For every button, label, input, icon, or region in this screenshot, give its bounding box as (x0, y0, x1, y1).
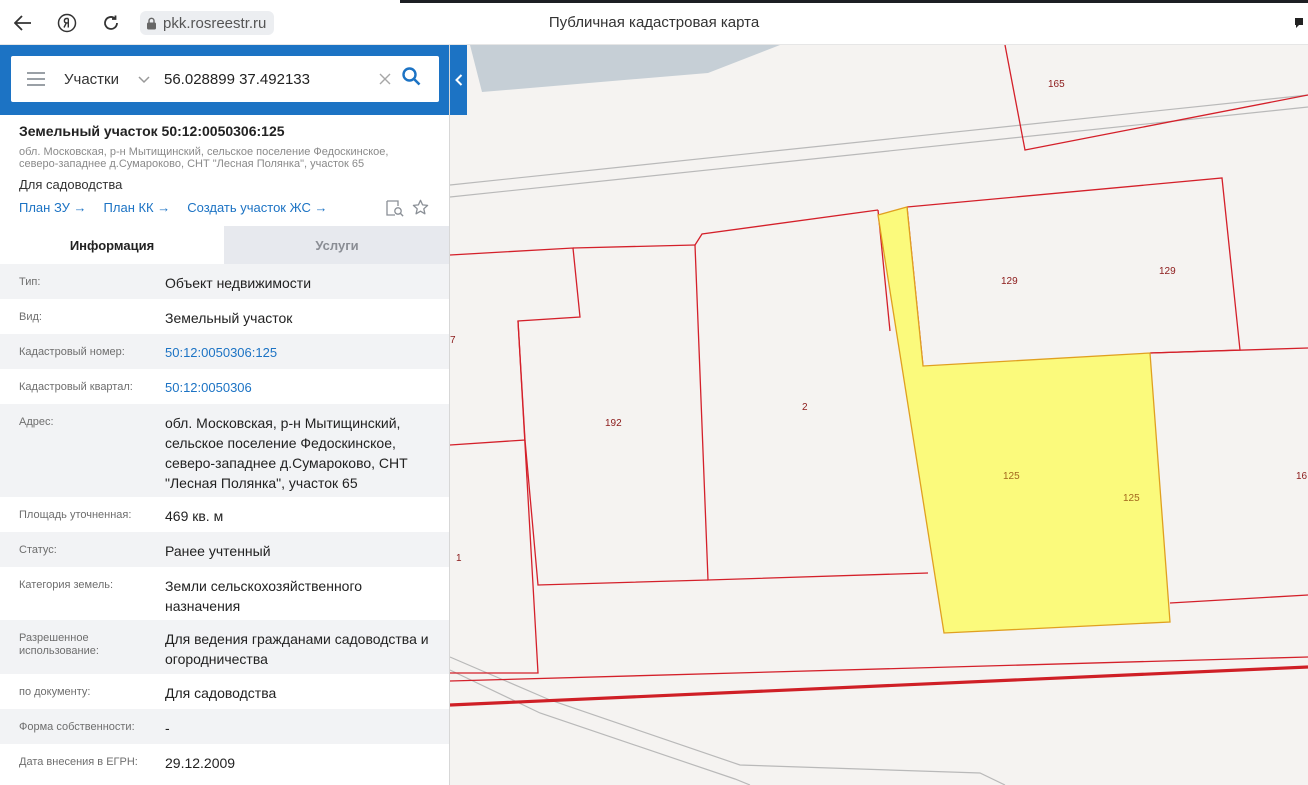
reload-icon (104, 15, 118, 30)
browser-toolbar: pkk.rosreestr.ru Публичная кадастровая к… (0, 0, 1308, 45)
create-parcel-link[interactable]: Создать участок ЖС → (187, 200, 327, 215)
info-row-area: Площадь уточненная: 469 кв. м (0, 497, 449, 532)
lot-label: 129 (1001, 276, 1018, 287)
cadastral-map[interactable]: 165 129 129 192 2 125 125 7 1 16 (450, 45, 1308, 785)
info-row-egrn-date: Дата внесения в ЕГРН: 29.12.2009 (0, 744, 449, 779)
back-button[interactable] (12, 12, 34, 34)
map-canvas[interactable]: 165 129 129 192 2 125 125 7 1 16 (450, 45, 1308, 785)
lot-label: 7 (450, 335, 456, 346)
lot-label: 16 (1296, 471, 1308, 482)
address-bar[interactable]: pkk.rosreestr.ru (140, 11, 275, 35)
plan-kk-link[interactable]: План КК → (104, 200, 171, 215)
star-icon[interactable] (412, 199, 429, 221)
lock-icon (147, 17, 156, 29)
close-icon[interactable] (376, 69, 394, 90)
lot-label: 192 (605, 418, 622, 429)
search-band: Участки (0, 45, 449, 115)
window-top-strip (400, 0, 1308, 3)
info-row-by-document: по документу: Для садоводства (0, 674, 449, 709)
collapse-panel-button[interactable] (450, 45, 467, 115)
tab-information[interactable]: Информация (0, 226, 224, 264)
lot-label-selected: 125 (1123, 493, 1140, 504)
tab-services[interactable]: Услуги (224, 226, 449, 264)
info-row-status: Статус: Ранее учтенный (0, 532, 449, 567)
info-row-kind: Вид: Земельный участок (0, 299, 449, 334)
info-row-land-category: Категория земель: Земли сельскохозяйстве… (0, 567, 449, 620)
search-icon[interactable] (402, 67, 421, 91)
info-row-ownership: Форма собственности: - (0, 709, 449, 744)
extension-button[interactable] (1294, 16, 1304, 34)
url-text: pkk.rosreestr.ru (163, 14, 267, 32)
arrow-left-icon (14, 15, 31, 31)
info-table: Тип: Объект недвижимости Вид: Земельный … (0, 264, 449, 779)
search-input[interactable] (162, 69, 371, 89)
info-row-permitted-use: Разрешенное использование: Для ведения г… (0, 620, 449, 674)
parcel-use: Для садоводства (19, 177, 123, 192)
lot-label: 1 (456, 553, 462, 564)
info-row-type: Тип: Объект недвижимости (0, 264, 449, 299)
lot-label: 129 (1159, 266, 1176, 277)
search-box: Участки (11, 56, 439, 102)
parcel-address: обл. Московская, р-н Мытищинский, сельск… (19, 146, 389, 170)
lot-label: 165 (1048, 79, 1065, 90)
reload-button[interactable] (100, 12, 122, 34)
chevron-down-icon[interactable] (138, 72, 150, 87)
info-row-address: Адрес: обл. Московская, р-н Мытищинский,… (0, 404, 449, 497)
cadastral-quarter-link[interactable]: 50:12:0050306 (165, 378, 449, 404)
hamburger-menu-icon[interactable] (27, 72, 45, 86)
cadastral-number-link[interactable]: 50:12:0050306:125 (165, 343, 449, 369)
plan-zu-link[interactable]: План ЗУ → (19, 200, 87, 215)
search-type-select[interactable]: Участки (64, 71, 134, 88)
parcel-title: Земельный участок 50:12:0050306:125 (19, 123, 285, 139)
yandex-button[interactable] (56, 12, 78, 34)
info-row-cadastral-quarter: Кадастровый квартал: 50:12:0050306 (0, 369, 449, 404)
panel-tabs: Информация Услуги (0, 226, 449, 264)
chat-bubble-icon (1295, 18, 1303, 28)
yandex-logo-icon (57, 13, 77, 33)
parcel-header: Земельный участок 50:12:0050306:125 обл.… (0, 115, 449, 225)
chevron-left-icon (454, 74, 462, 86)
lot-label: 2 (802, 402, 808, 413)
parcel-links: План ЗУ → План КК → Создать участок ЖС → (19, 200, 327, 215)
lot-label-selected: 125 (1003, 471, 1020, 482)
info-row-cadastral-number: Кадастровый номер: 50:12:0050306:125 (0, 334, 449, 369)
document-search-icon[interactable] (386, 200, 404, 222)
info-panel: Участки Земельный участок 50:12:0050306:… (0, 45, 450, 785)
